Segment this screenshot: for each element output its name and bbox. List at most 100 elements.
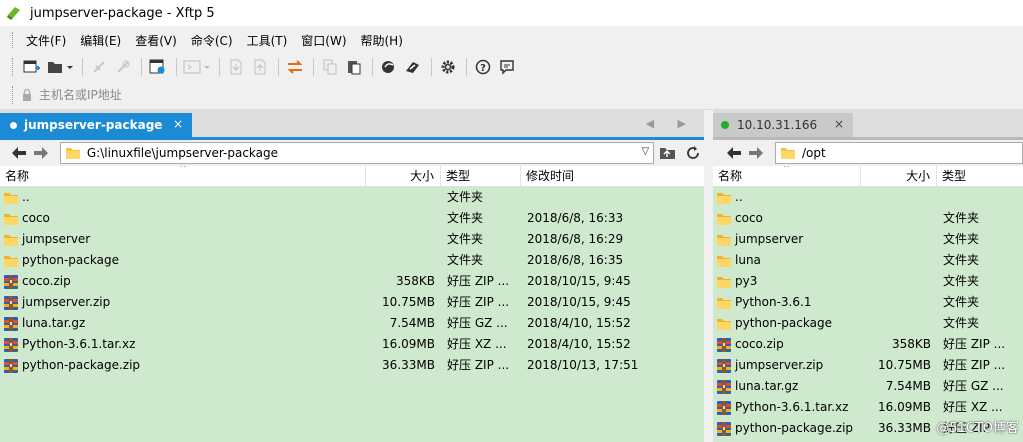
connect-button[interactable] (88, 56, 110, 78)
file-name: Python-3.6.1.tar.xz (735, 400, 849, 414)
file-size-cell (366, 187, 441, 208)
xshell-button[interactable] (378, 56, 400, 78)
download-file-icon (230, 59, 242, 75)
col-size-header[interactable]: 大小 (366, 166, 441, 187)
file-row[interactable]: .. 文件夹 (0, 187, 704, 208)
file-row[interactable]: luna.tar.gz 7.54MB 好压 GZ ... 2018/4/10, 15:… (0, 313, 704, 334)
terminal-icon (183, 60, 210, 74)
file-size-cell (366, 229, 441, 250)
menu-command[interactable]: 命令(C) (184, 32, 240, 49)
watermark: @51CTO博客 (936, 421, 1019, 436)
file-type-cell: 文件夹 (447, 211, 484, 225)
file-name-cell: .. (0, 187, 366, 208)
parent-folder-button[interactable] (657, 142, 679, 164)
archive-icon (4, 316, 18, 331)
host-input[interactable]: 主机名或IP地址 (39, 86, 122, 103)
new-session-button[interactable] (21, 56, 43, 78)
file-type-cell: 文件夹 (943, 274, 980, 288)
back-button[interactable] (8, 143, 30, 163)
menu-file[interactable]: 文件(F) (19, 32, 73, 49)
options-button[interactable] (437, 56, 459, 78)
properties-button[interactable] (147, 56, 169, 78)
tab-local[interactable]: jumpserver-package × (0, 113, 192, 137)
file-row[interactable]: python-package 文件夹 2018/6/8, 16:35 (0, 250, 704, 271)
archive-icon (717, 379, 731, 394)
file-row[interactable]: .. (713, 187, 1023, 208)
menu-window[interactable]: 窗口(W) (294, 32, 353, 49)
remote-col-size-header[interactable]: 大小 (861, 166, 937, 187)
copy-button[interactable] (319, 56, 341, 78)
file-row[interactable]: coco.zip 358KB 好压 ZIP ... (713, 334, 1023, 355)
remote-path-input[interactable]: /opt (775, 142, 1023, 164)
file-row[interactable]: coco 文件夹 2018/6/8, 16:33 (0, 208, 704, 229)
remote-back-button[interactable] (723, 143, 745, 163)
file-size-cell: 10.75MB (878, 358, 931, 372)
file-row[interactable]: coco 文件夹 (713, 208, 1023, 229)
disconnect-button[interactable] (112, 56, 134, 78)
close-tab-button[interactable]: × (173, 117, 183, 131)
remote-forward-button[interactable] (745, 143, 767, 163)
file-row[interactable]: jumpserver.zip 10.75MB 好压 ZIP ... 2018/10/1… (0, 292, 704, 313)
pane-splitter[interactable] (704, 110, 713, 442)
menu-help[interactable]: 帮助(H) (354, 32, 410, 49)
menu-tools[interactable]: 工具(T) (240, 32, 295, 49)
remote-path-bar: /opt (713, 140, 1023, 166)
paste-button[interactable] (343, 56, 365, 78)
properties-icon (149, 59, 165, 74)
menu-grip (12, 32, 15, 48)
sort-caret-icon: ^ (783, 166, 791, 174)
file-modified-cell: 2018/10/15, 9:45 (527, 274, 631, 288)
tab-scroll-arrows[interactable]: ◀ ▶ (646, 117, 696, 130)
file-row[interactable]: luna.tar.gz 7.54MB 好压 GZ ... (713, 376, 1023, 397)
chevron-down-icon[interactable]: ▽ (641, 146, 649, 157)
file-row[interactable]: Python-3.6.1.tar.xz 16.09MB 好压 XZ ... 2018/… (0, 334, 704, 355)
back-arrow-icon (727, 147, 741, 159)
feedback-button[interactable] (496, 56, 518, 78)
download-button[interactable] (225, 56, 247, 78)
file-name: python-package.zip (22, 358, 141, 372)
file-row[interactable]: python-package.zip 36.33MB 好压 ZIP ... 2018/… (0, 355, 704, 376)
forward-button[interactable] (30, 143, 52, 163)
help-button[interactable]: ? (472, 56, 494, 78)
remote-col-type-header[interactable]: 类型 (937, 166, 1023, 187)
local-path-input[interactable]: G:\linuxfile\jumpserver-package ▽ (59, 142, 655, 164)
local-file-rows: .. 文件夹 coco 文件夹 2018/6/8, 16:33 jumpserver 文件夹… (0, 187, 704, 376)
file-row[interactable]: python-package 文件夹 (713, 313, 1023, 334)
file-size-cell (861, 208, 937, 229)
archive-icon (4, 274, 18, 289)
open-button[interactable] (45, 56, 75, 78)
file-name: coco (22, 211, 50, 225)
upload-button[interactable] (249, 56, 271, 78)
transfer-button[interactable] (284, 56, 306, 78)
file-row[interactable]: jumpserver.zip 10.75MB 好压 ZIP ... (713, 355, 1023, 376)
file-size-cell: 358KB (891, 337, 931, 351)
file-row[interactable]: luna 文件夹 (713, 250, 1023, 271)
close-remote-tab-button[interactable]: × (834, 117, 844, 131)
col-type-header[interactable]: 类型 (441, 166, 521, 187)
tab-remote[interactable]: 10.10.31.166 × (713, 113, 853, 137)
terminal-button[interactable] (182, 56, 212, 78)
file-name: .. (735, 190, 743, 204)
col-modified-header[interactable]: 修改时间 (521, 166, 704, 187)
refresh-button[interactable] (682, 142, 704, 164)
folder-icon (717, 213, 731, 225)
file-row[interactable]: jumpserver 文件夹 2018/6/8, 16:29 (0, 229, 704, 250)
menu-view[interactable]: 查看(V) (128, 32, 184, 49)
file-modified-cell (521, 187, 704, 208)
file-row[interactable]: jumpserver 文件夹 (713, 229, 1023, 250)
file-row[interactable]: Python-3.6.1.tar.xz 16.09MB 好压 XZ ... (713, 397, 1023, 418)
xftp-button[interactable] (402, 56, 424, 78)
file-row[interactable]: py3 文件夹 (713, 271, 1023, 292)
menu-edit[interactable]: 编辑(E) (73, 32, 128, 49)
help-icon: ? (475, 59, 491, 75)
file-row[interactable]: Python-3.6.1 文件夹 (713, 292, 1023, 313)
local-file-list[interactable]: 名称 大小 类型 修改时间 ^ .. 文件夹 coco 文件夹 2018/6/8, 16… (0, 166, 704, 442)
local-list-header: 名称 大小 类型 修改时间 ^ (0, 166, 704, 187)
file-row[interactable]: coco.zip 358KB 好压 ZIP ... 2018/10/15, 9:45 (0, 271, 704, 292)
file-modified-cell: 2018/10/13, 17:51 (527, 358, 639, 372)
file-type-cell (937, 187, 1023, 208)
file-name-cell: Python-3.6.1.tar.xz (713, 397, 861, 418)
file-type-cell: 好压 GZ ... (943, 379, 1004, 393)
remote-file-list[interactable]: 名称 大小 类型 ^ .. coco 文件夹 jumpserver 文件夹 luna 文件夹… (713, 166, 1023, 442)
folder-icon (4, 213, 18, 225)
